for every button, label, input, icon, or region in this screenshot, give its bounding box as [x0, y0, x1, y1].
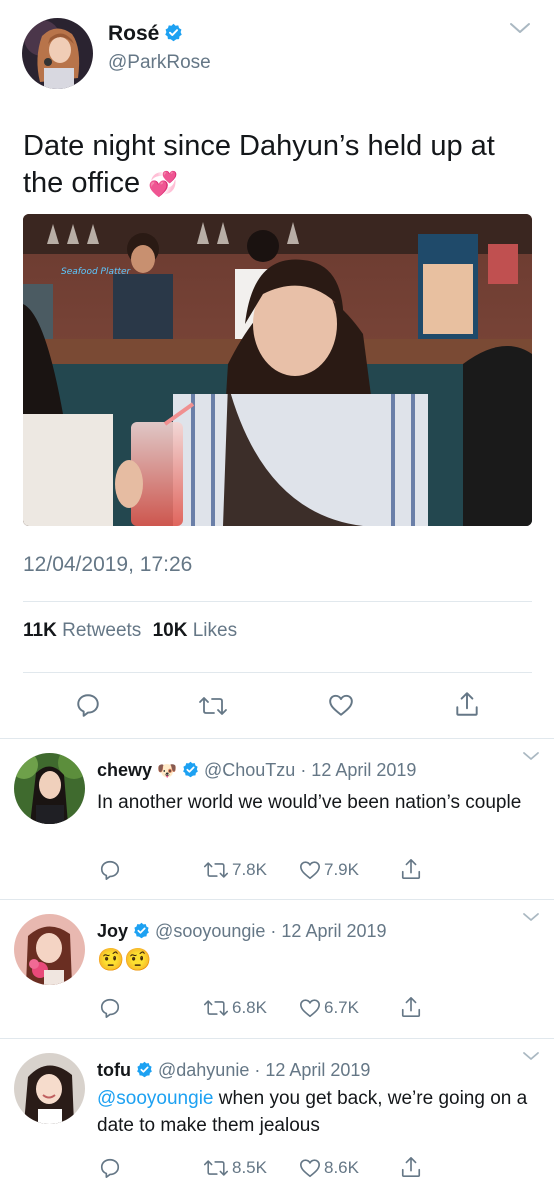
share-icon[interactable]: [400, 1155, 425, 1179]
retweet-icon[interactable]: [198, 693, 228, 724]
like-action[interactable]: 8.6K: [299, 1157, 359, 1179]
like-heart-icon[interactable]: [328, 692, 354, 723]
like-heart-icon: [300, 1159, 320, 1178]
reply-author-handle[interactable]: @dahyunie: [158, 1060, 249, 1080]
divider: [23, 672, 532, 673]
reply-text: 🤨🤨: [97, 947, 152, 972]
chevron-down-icon[interactable]: [522, 910, 540, 928]
share-icon[interactable]: [454, 690, 480, 723]
retweet-count: 6.8K: [232, 998, 267, 1017]
retweets-count[interactable]: 11K: [23, 620, 57, 641]
verified-badge-icon: [164, 23, 183, 48]
like-action[interactable]: 7.9K: [299, 859, 359, 881]
reply-author-handle[interactable]: @sooyoungie: [155, 921, 265, 941]
main-tweet: Rosé @ParkRose Date night since Dahyun’s…: [0, 0, 554, 738]
like-action[interactable]: 6.7K: [299, 997, 359, 1019]
retweet-icon: [203, 862, 229, 878]
mention-link[interactable]: @sooyoungie: [97, 1088, 213, 1109]
reply-header: Joy @sooyoungie · 12 April 2019: [97, 921, 387, 944]
author-avatar[interactable]: [22, 18, 93, 89]
chevron-down-icon[interactable]: [522, 749, 540, 767]
author-name-text[interactable]: Rosé: [108, 22, 159, 45]
dog-emoji: 🐶: [157, 763, 177, 780]
retweet-action[interactable]: 8.5K: [203, 1157, 267, 1179]
share-icon[interactable]: [400, 857, 425, 881]
verified-badge-icon: [136, 1061, 153, 1083]
like-heart-icon: [300, 999, 320, 1018]
reply-tweet[interactable]: tofu @dahyunie · 12 April 2019 @sooyoung…: [0, 1039, 554, 1200]
tweet-text: Date night since Dahyun’s held up at the…: [23, 128, 533, 203]
retweet-count: 8.5K: [232, 1158, 267, 1177]
reply-icon[interactable]: [75, 692, 101, 723]
like-count: 6.7K: [324, 998, 359, 1017]
reply-text: @sooyoungie when you get back, we’re goi…: [97, 1085, 537, 1139]
reply-avatar[interactable]: [14, 753, 85, 824]
reply-tweet[interactable]: chewy 🐶 @ChouTzu · 12 April 2019 In anot…: [0, 739, 554, 899]
author-name[interactable]: Rosé: [108, 22, 183, 48]
tweet-photo[interactable]: Seafood Platter: [23, 214, 532, 526]
retweets-label[interactable]: Retweets: [62, 620, 141, 641]
retweet-action[interactable]: 6.8K: [203, 997, 267, 1019]
like-heart-icon: [300, 861, 320, 880]
reply-author-handle[interactable]: @ChouTzu: [204, 760, 295, 780]
reply-date: · 12 April 2019: [270, 921, 387, 941]
like-count: 7.9K: [324, 860, 359, 879]
like-count: 8.6K: [324, 1158, 359, 1177]
chevron-down-icon[interactable]: [522, 1049, 540, 1067]
retweet-count: 7.8K: [232, 860, 267, 879]
verified-badge-icon: [182, 761, 199, 783]
divider: [23, 601, 532, 602]
chevron-down-icon[interactable]: [508, 20, 532, 41]
author-handle[interactable]: @ParkRose: [108, 52, 211, 74]
reply-avatar[interactable]: [14, 1053, 85, 1124]
retweet-icon: [203, 1000, 229, 1016]
tweet-timestamp: 12/04/2019, 17:26: [23, 553, 193, 576]
reply-avatar[interactable]: [14, 914, 85, 985]
retweet-action[interactable]: 7.8K: [203, 859, 267, 881]
reply-date: · 12 April 2019: [254, 1060, 371, 1080]
reply-header: tofu @dahyunie · 12 April 2019: [97, 1060, 370, 1083]
reply-icon[interactable]: [99, 859, 124, 881]
reply-author-name[interactable]: Joy: [97, 921, 128, 941]
tweet-text-body: Date night since Dahyun’s held up at the…: [23, 130, 495, 199]
reply-icon[interactable]: [99, 1157, 124, 1179]
reply-date: · 12 April 2019: [300, 760, 417, 780]
reply-icon[interactable]: [99, 997, 124, 1019]
reply-tweet[interactable]: Joy @sooyoungie · 12 April 2019 🤨🤨 6.8K …: [0, 900, 554, 1038]
reply-text: In another world we would’ve been nation…: [97, 792, 522, 813]
share-icon[interactable]: [400, 995, 425, 1019]
heart-emoji: 💞: [148, 171, 179, 198]
verified-badge-icon: [133, 922, 150, 944]
likes-count[interactable]: 10K: [153, 620, 188, 641]
reply-author-name[interactable]: tofu: [97, 1060, 131, 1080]
engagement-stats: 11K Retweets 10K Likes: [23, 620, 237, 642]
reply-author-name[interactable]: chewy: [97, 760, 152, 780]
likes-label[interactable]: Likes: [193, 620, 237, 641]
reply-header: chewy 🐶 @ChouTzu · 12 April 2019: [97, 760, 416, 783]
retweet-icon: [203, 1160, 229, 1176]
